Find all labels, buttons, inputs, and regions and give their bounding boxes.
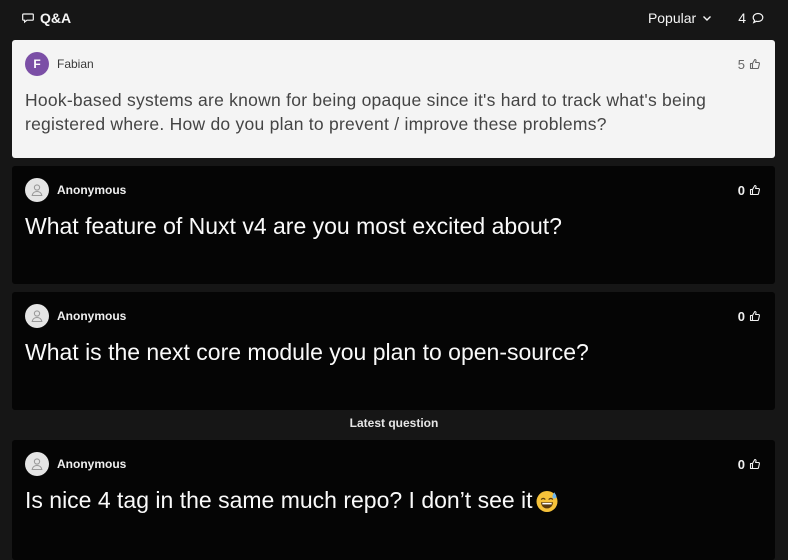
upvote-button[interactable]: 5 — [738, 57, 761, 72]
thumbs-up-icon — [749, 184, 760, 196]
chat-bubble-icon — [22, 13, 34, 24]
sort-dropdown[interactable]: Popular — [648, 10, 712, 26]
question-text-row: Is nice 4 tag in the same much repo? I d… — [25, 486, 761, 514]
qa-title: Q&A — [22, 10, 71, 26]
upvote-button[interactable]: 0 — [738, 309, 761, 324]
user-icon — [31, 184, 43, 197]
thumbs-up-icon — [749, 458, 760, 470]
thumbs-up-icon — [749, 310, 760, 322]
user-icon — [31, 310, 43, 323]
avatar — [25, 178, 49, 202]
grinning-sweat-emoji-icon — [536, 491, 558, 512]
author-name: Anonymous — [57, 309, 127, 323]
question-text: What is the next core module you plan to… — [25, 339, 589, 365]
comment-icon — [752, 12, 764, 24]
question-text: Hook-based systems are known for being o… — [25, 90, 707, 134]
vote-count: 0 — [737, 182, 745, 198]
vote-count: 0 — [737, 456, 745, 472]
qa-header: Q&A Popular 4 — [0, 0, 788, 36]
user-icon — [31, 458, 43, 471]
chevron-down-icon — [703, 16, 712, 21]
avatar: F — [25, 52, 49, 76]
avatar-letter: F — [33, 57, 41, 71]
avatar — [25, 304, 49, 328]
upvote-button[interactable]: 0 — [738, 183, 761, 198]
author-name: Fabian — [57, 57, 94, 71]
question-count-value: 4 — [738, 10, 746, 26]
question-count: 4 — [738, 10, 764, 26]
sort-label: Popular — [647, 10, 697, 26]
avatar — [25, 452, 49, 476]
question-text: What feature of Nuxt v4 are you most exc… — [25, 213, 562, 239]
question-text: Is nice 4 tag in the same much repo? I d… — [25, 487, 533, 513]
vote-count: 5 — [737, 56, 745, 72]
section-label: Latest question — [349, 416, 439, 430]
author-name: Anonymous — [57, 183, 127, 197]
author-name: Anonymous — [57, 457, 127, 471]
question-card[interactable]: Anonymous 0 What is the next core module… — [12, 292, 775, 410]
thumbs-up-icon — [749, 58, 760, 70]
upvote-button[interactable]: 0 — [738, 457, 761, 472]
question-card[interactable]: Anonymous 0 What feature of Nuxt v4 are … — [12, 166, 775, 284]
question-card[interactable]: Anonymous 0 Is nice 4 tag in the same mu… — [12, 440, 775, 560]
question-card[interactable]: F Fabian 5 Hook-based systems are known … — [12, 40, 775, 158]
qa-title-text: Q&A — [40, 10, 72, 26]
vote-count: 0 — [737, 308, 745, 324]
